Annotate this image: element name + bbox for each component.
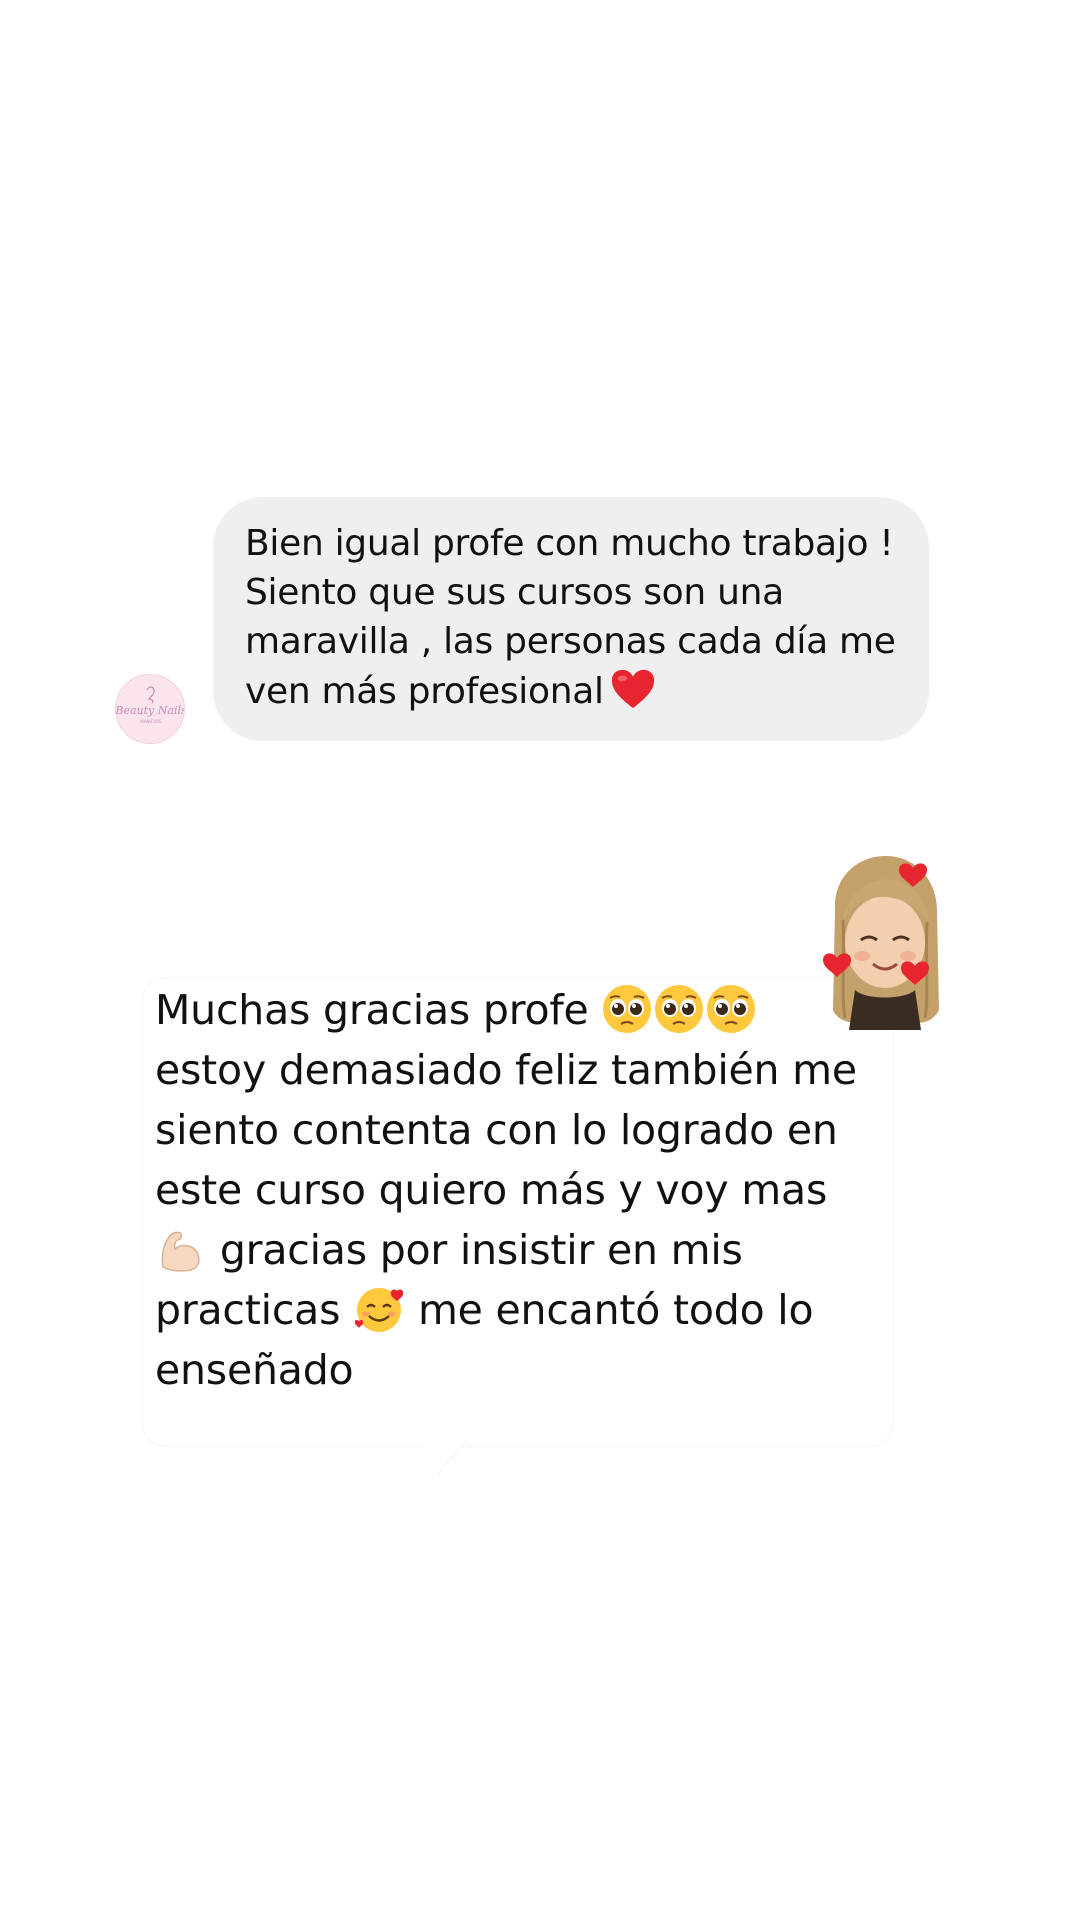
- beauty-nails-logo: Beauty Nails MANICURE: [116, 676, 185, 743]
- sender-avatar[interactable]: Beauty Nails MANICURE: [115, 674, 185, 744]
- flexed-biceps-icon: [161, 1231, 200, 1272]
- reply-line-6a: practicas: [155, 1286, 341, 1334]
- heart-icon: [611, 669, 654, 709]
- incoming-message-body: Bien igual profe con mucho trabajo ! Sie…: [245, 523, 896, 712]
- smiling-face-with-hearts-icon: [354, 1288, 404, 1332]
- pleading-face-icon: [655, 985, 704, 1033]
- reply-line-7: enseñado: [155, 1346, 354, 1394]
- svg-text:MANICURE: MANICURE: [140, 719, 162, 724]
- reply-line-5: gracias por insistir en mis: [219, 1226, 743, 1274]
- reply-line-6b: me encantó todo lo: [417, 1286, 814, 1334]
- svg-text:Beauty Nails: Beauty Nails: [116, 704, 185, 717]
- incoming-message-text: Bien igual profe con mucho trabajo ! Sie…: [245, 519, 899, 716]
- pleading-face-icon: [603, 985, 652, 1033]
- memoji-with-hearts-icon[interactable]: [815, 850, 955, 1035]
- incoming-message-bubble[interactable]: Bien igual profe con mucho trabajo ! Sie…: [213, 497, 929, 741]
- pleading-face-icon: [707, 985, 756, 1033]
- reply-message-card[interactable]: Muchas gracias profe estoy demasiado fel…: [143, 978, 893, 1446]
- reply-lines-2-4: estoy demasiado feliz también me siento …: [155, 1046, 857, 1214]
- reply-message-text: Muchas gracias profe estoy demasiado fel…: [155, 980, 873, 1400]
- reply-line-1: Muchas gracias profe: [155, 986, 589, 1034]
